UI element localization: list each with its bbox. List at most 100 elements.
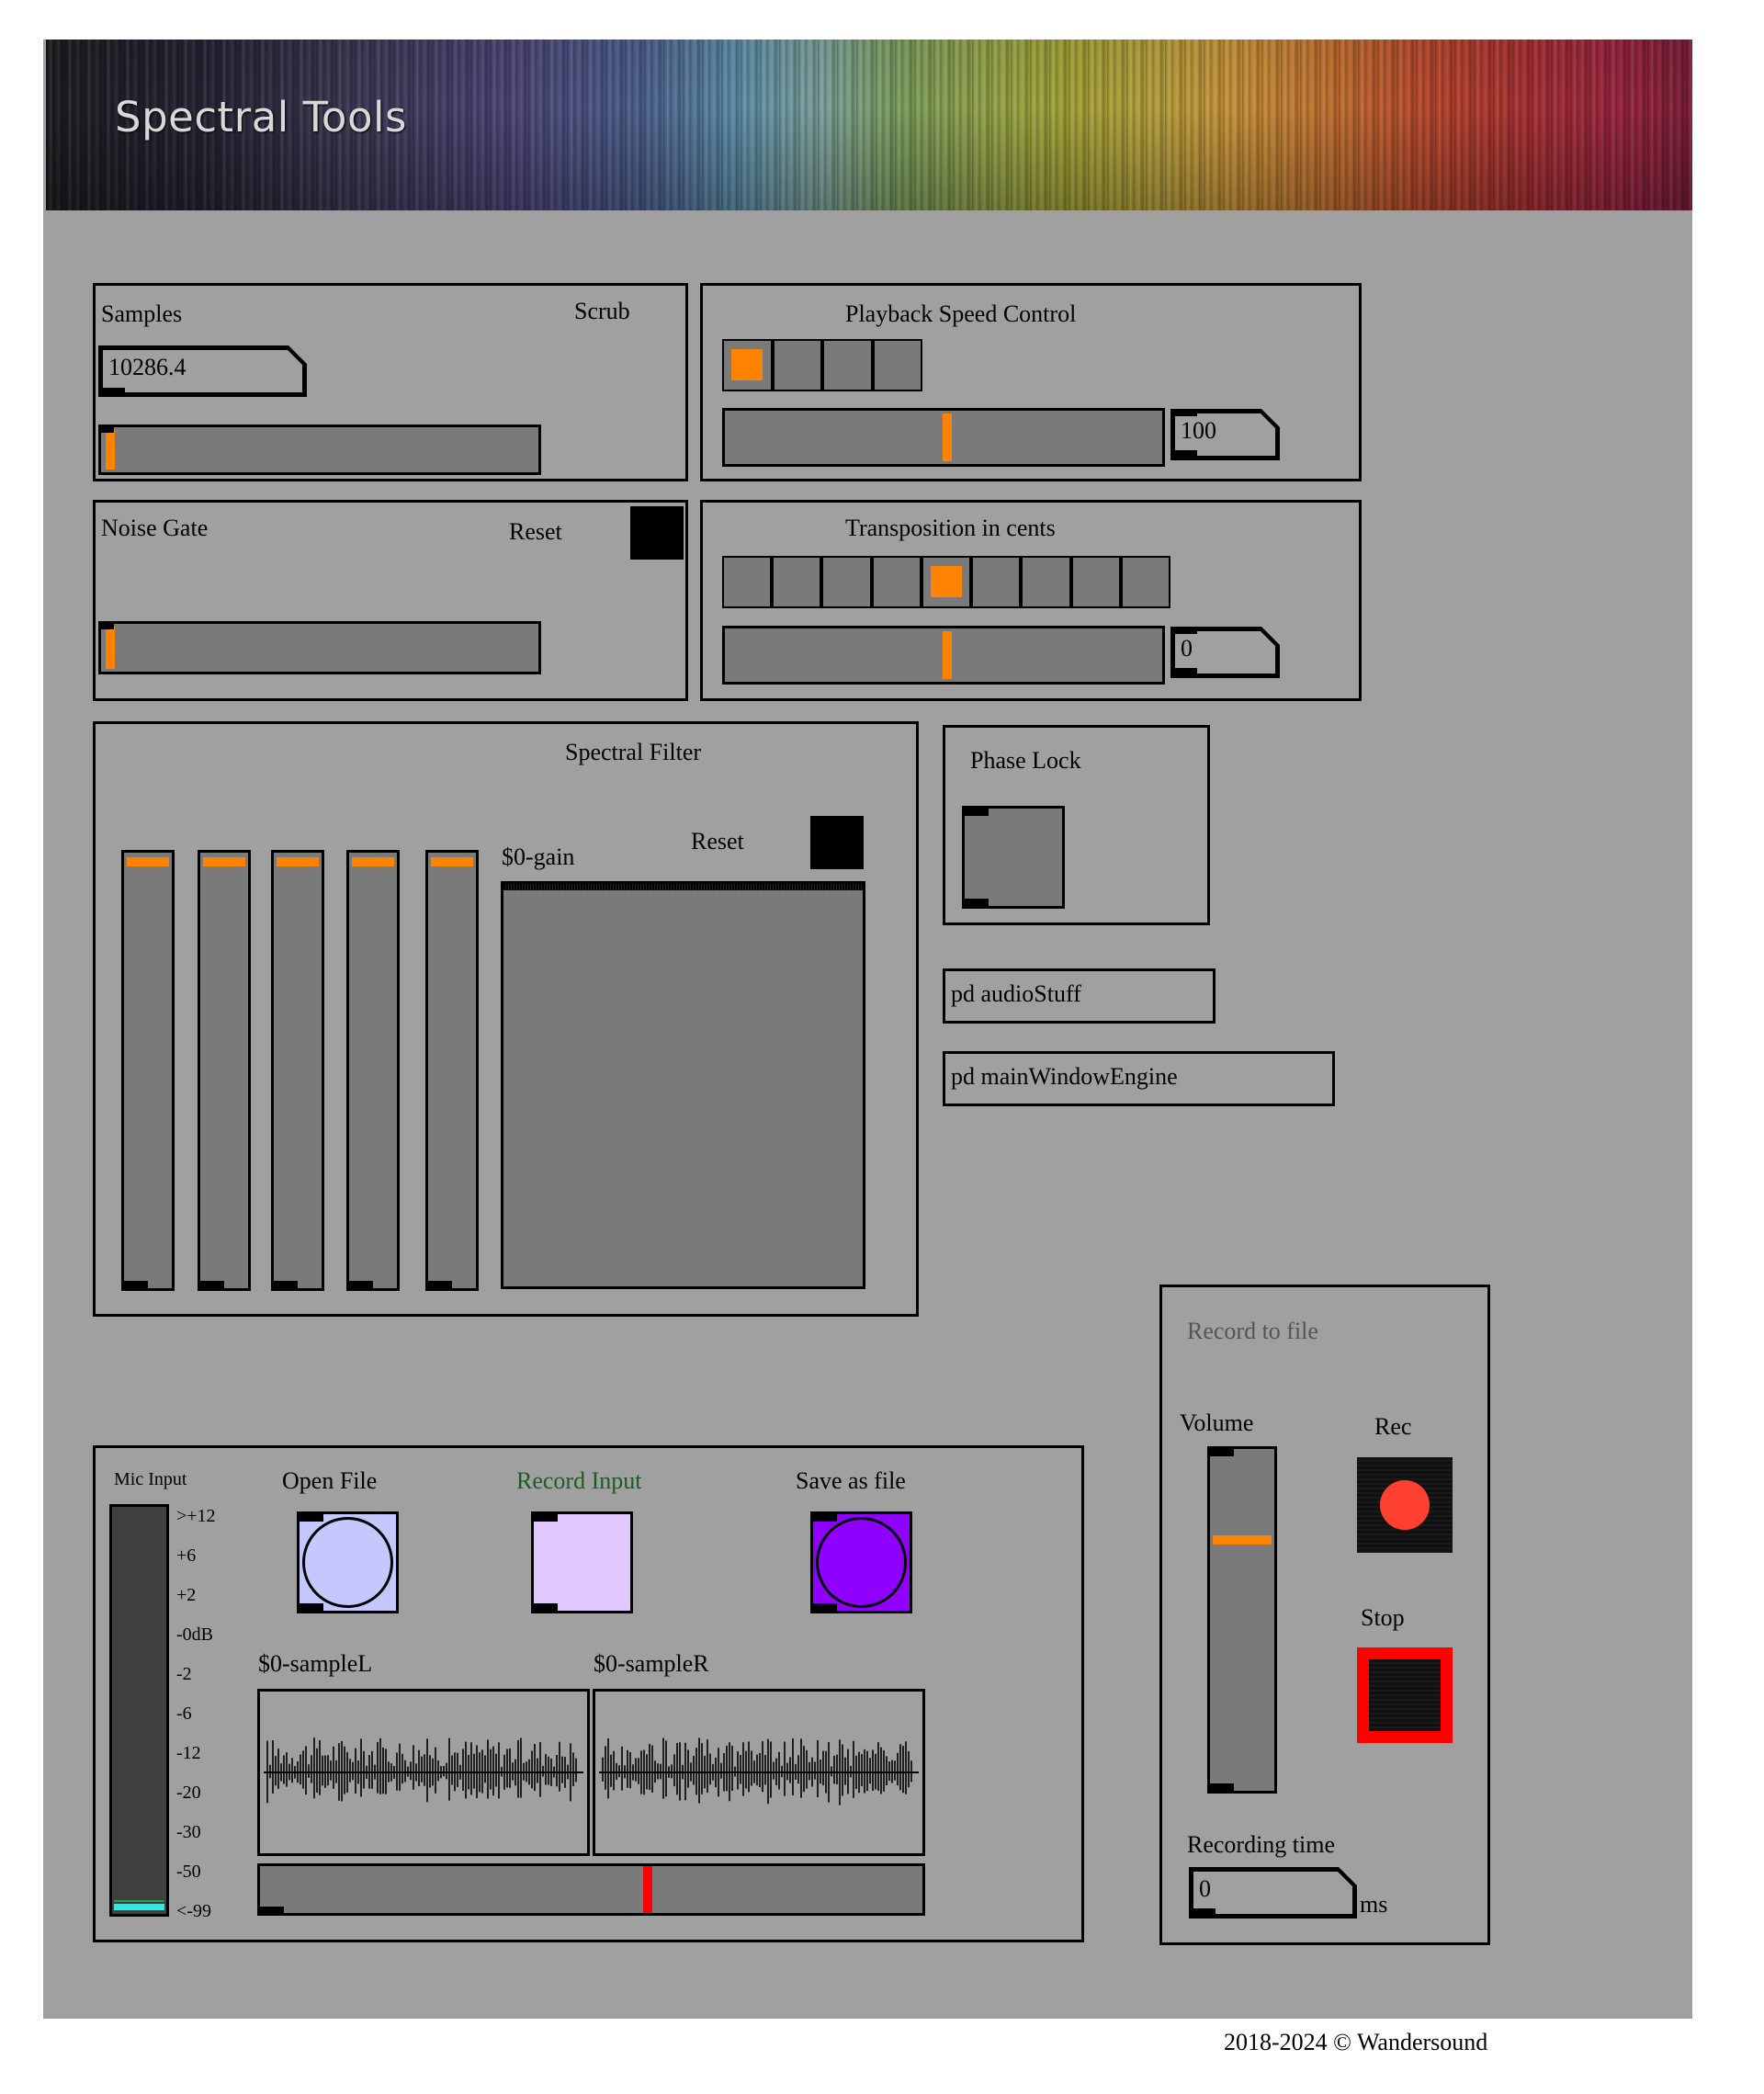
filter-band-handle[interactable] bbox=[431, 857, 473, 866]
outlet-tick bbox=[1192, 1908, 1216, 1916]
speed-radio-cell[interactable] bbox=[872, 339, 922, 391]
outlet-tick bbox=[300, 1603, 323, 1611]
transposition-radio-cell[interactable] bbox=[871, 556, 922, 608]
inlet-tick bbox=[965, 809, 989, 816]
waveform-right-plot bbox=[599, 1737, 919, 1805]
filter-band-handle[interactable] bbox=[203, 857, 245, 866]
inlet-tick bbox=[101, 427, 114, 433]
filter-band-slider[interactable] bbox=[346, 850, 400, 1291]
outlet-tick bbox=[965, 899, 989, 906]
playhead-marker[interactable] bbox=[643, 1866, 652, 1913]
rec-button[interactable] bbox=[1357, 1457, 1453, 1553]
filter-band-slider[interactable] bbox=[425, 850, 479, 1291]
subpatch-audio-label: pd audioStuff bbox=[951, 980, 1081, 1007]
meter-scale: >+12 +6 +2 -0dB -2 -6 -12 -20 -30 -50 <-… bbox=[176, 1507, 241, 1920]
transposition-radio-cell[interactable] bbox=[1021, 556, 1071, 608]
volume-slider-handle[interactable] bbox=[1213, 1535, 1272, 1545]
stop-label: Stop bbox=[1361, 1604, 1405, 1631]
scrub-slider-handle[interactable] bbox=[106, 430, 115, 470]
save-as-file-label: Save as file bbox=[796, 1467, 906, 1494]
noise-gate-slider[interactable] bbox=[98, 621, 541, 674]
header-banner: Spectral Tools bbox=[46, 40, 1692, 210]
speed-radio-cell[interactable] bbox=[772, 339, 822, 391]
samples-number-box[interactable]: 10286.4 bbox=[101, 348, 304, 394]
meter-scale-label: -6 bbox=[176, 1703, 192, 1724]
outlet-tick bbox=[428, 1281, 452, 1288]
save-as-file-bang-circle bbox=[816, 1517, 907, 1608]
filter-band-handle[interactable] bbox=[352, 857, 394, 866]
speed-radio-cell[interactable] bbox=[822, 339, 873, 391]
noise-gate-reset-button[interactable] bbox=[630, 506, 684, 560]
inlet-tick bbox=[1173, 409, 1197, 416]
transposition-slider-handle[interactable] bbox=[943, 631, 952, 679]
playhead-slider[interactable] bbox=[257, 1863, 925, 1916]
meter-scale-label: <-99 bbox=[176, 1901, 211, 1921]
subpatch-engine-label: pd mainWindowEngine bbox=[951, 1063, 1178, 1090]
gain-array-graph[interactable] bbox=[501, 881, 865, 1289]
outlet-tick bbox=[534, 1603, 558, 1611]
inlet-tick bbox=[1210, 1449, 1234, 1456]
transposition-radio-cell[interactable] bbox=[821, 556, 872, 608]
outlet-tick bbox=[124, 1281, 148, 1288]
meter-scale-label: +6 bbox=[176, 1545, 197, 1566]
transposition-label: Transposition in cents bbox=[845, 515, 1056, 541]
spectral-filter-label: Spectral Filter bbox=[565, 739, 702, 765]
mic-input-label: Mic Input bbox=[114, 1469, 187, 1489]
speed-slider[interactable] bbox=[722, 408, 1165, 467]
open-file-bang[interactable] bbox=[297, 1511, 399, 1613]
volume-slider[interactable] bbox=[1207, 1446, 1277, 1794]
record-panel-title: Record to file bbox=[1187, 1318, 1318, 1344]
sample-left-waveform[interactable] bbox=[257, 1689, 590, 1856]
meter-scale-label: -20 bbox=[176, 1783, 201, 1803]
recording-time-box[interactable]: 0 bbox=[1192, 1870, 1354, 1916]
sample-right-waveform[interactable] bbox=[593, 1689, 925, 1856]
transposition-radio-cell[interactable] bbox=[921, 556, 972, 608]
speed-radio-cell[interactable] bbox=[722, 339, 773, 391]
outlet-tick bbox=[349, 1281, 373, 1288]
transposition-radio-cell[interactable] bbox=[772, 556, 822, 608]
filter-band-slider[interactable] bbox=[121, 850, 175, 1291]
noise-gate-slider-handle[interactable] bbox=[106, 627, 115, 669]
phase-lock-label: Phase Lock bbox=[970, 747, 1081, 774]
gain-array-curve bbox=[503, 884, 863, 890]
transposition-radio-cell[interactable] bbox=[722, 556, 773, 608]
meter-peak-marker bbox=[114, 1900, 164, 1902]
save-as-file-bang[interactable] bbox=[810, 1511, 912, 1613]
filter-band-handle[interactable] bbox=[127, 857, 169, 866]
transposition-radio[interactable] bbox=[722, 556, 1170, 608]
gain-array-label: $0-gain bbox=[502, 843, 575, 870]
inlet-tick bbox=[300, 1514, 323, 1522]
speed-radio[interactable] bbox=[722, 339, 922, 391]
transposition-radio-cell[interactable] bbox=[1070, 556, 1121, 608]
radio-selected-marker bbox=[930, 566, 962, 597]
sample-left-label: $0-sampleL bbox=[258, 1650, 373, 1677]
outlet-tick bbox=[274, 1281, 298, 1288]
recording-time-unit: ms bbox=[1360, 1891, 1388, 1918]
speed-slider-handle[interactable] bbox=[943, 413, 952, 461]
spectral-filter-reset-button[interactable] bbox=[810, 816, 864, 869]
scrub-slider[interactable] bbox=[98, 424, 541, 475]
filter-band-slider[interactable] bbox=[198, 850, 251, 1291]
inlet-tick bbox=[101, 388, 125, 395]
copyright-footer: 2018-2024 © Wandersound bbox=[1224, 2029, 1488, 2055]
scrub-label: Scrub bbox=[574, 298, 630, 324]
filter-band-slider[interactable] bbox=[271, 850, 324, 1291]
inlet-tick bbox=[813, 1514, 837, 1522]
record-input-toggle[interactable] bbox=[531, 1511, 633, 1613]
transposition-slider[interactable] bbox=[722, 626, 1165, 685]
filter-band-handle[interactable] bbox=[277, 857, 319, 866]
outlet-tick bbox=[1210, 1783, 1234, 1791]
transposition-radio-cell[interactable] bbox=[971, 556, 1022, 608]
outlet-tick bbox=[200, 1281, 224, 1288]
inlet-tick bbox=[534, 1514, 558, 1522]
phase-lock-toggle[interactable] bbox=[962, 806, 1065, 909]
outlet-tick bbox=[260, 1907, 284, 1913]
meter-scale-label: -12 bbox=[176, 1743, 201, 1763]
transposition-radio-cell[interactable] bbox=[1120, 556, 1170, 608]
stop-button[interactable] bbox=[1357, 1647, 1453, 1743]
samples-label: Samples bbox=[101, 300, 183, 327]
outlet-tick bbox=[1173, 450, 1197, 458]
meter-level-bar bbox=[114, 1904, 164, 1910]
meter-scale-label: >+12 bbox=[176, 1506, 216, 1526]
radio-selected-marker bbox=[731, 349, 763, 380]
